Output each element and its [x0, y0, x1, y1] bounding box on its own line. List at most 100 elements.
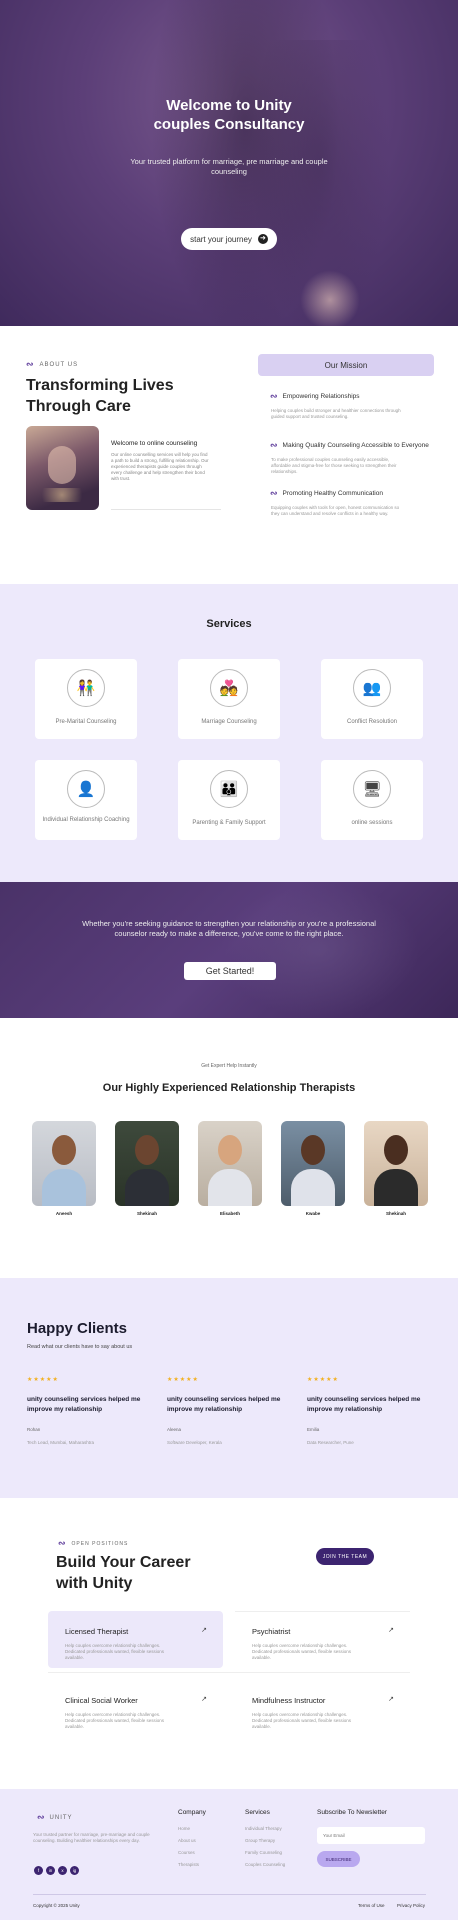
- therapist-photo[interactable]: [281, 1121, 345, 1206]
- footer-description: Your trusted partner for marriage, pre-m…: [33, 1832, 150, 1843]
- footer-link-home[interactable]: Home: [178, 1826, 206, 1831]
- therapist-body: [125, 1169, 169, 1206]
- footer-logo[interactable]: ∾ UNITY: [37, 1812, 73, 1823]
- job-description: Help couples overcome relationship chall…: [65, 1712, 165, 1729]
- mission-item-text: To make professional couples counseling …: [271, 457, 397, 474]
- review-title: unity counseling services helped me impr…: [167, 1396, 281, 1413]
- clients-title: Happy Clients: [27, 1320, 128, 1337]
- video-call-icon: 🖥: [353, 770, 391, 808]
- star-rating-icon: ★★★★★: [27, 1377, 59, 1383]
- footer-company-column: Company Home About us Courses Therapists: [178, 1809, 206, 1874]
- about-title-line2: Through Care: [26, 398, 131, 415]
- therapist-name: Shekinah: [385, 1211, 406, 1216]
- arrow-up-right-icon: ↗: [388, 1627, 394, 1634]
- subscribe-button[interactable]: SUBSCRIBE: [317, 1851, 360, 1867]
- job-description: Help couples overcome relationship chall…: [252, 1643, 352, 1660]
- terms-link[interactable]: Terms of Use: [358, 1903, 385, 1908]
- review-title: unity counseling services helped me impr…: [307, 1396, 421, 1413]
- service-card-parenting[interactable]: 👪 Parenting & Family Support: [178, 760, 280, 840]
- careers-title-line2: with Unity: [56, 1575, 133, 1592]
- reviewer-location: Tech Lead, Mumbai, Maharashtra: [27, 1440, 95, 1445]
- hero-title: Welcome to Unity couples Consultancy: [0, 96, 458, 134]
- footer-link-family-counseling[interactable]: Family Counseling: [245, 1850, 285, 1855]
- unity-logo-icon: ∾: [26, 359, 35, 369]
- about-holding-hands-image: [26, 426, 99, 510]
- hero-title-line1: Welcome to Unity: [166, 97, 292, 114]
- job-card-mindfulness-instructor[interactable]: Mindfulness Instructor ↗ Help couples ov…: [235, 1680, 410, 1737]
- footer-link-about[interactable]: About us: [178, 1838, 206, 1843]
- service-card-online[interactable]: 🖥 online sessions: [321, 760, 423, 840]
- job-description: Help couples overcome relationship chall…: [252, 1712, 352, 1729]
- reviewer-name: Rohan: [27, 1427, 41, 1432]
- divider: [111, 509, 221, 510]
- footer-column-title: Subscribe To Newsletter: [317, 1809, 387, 1816]
- cta-text: Whether you're seeking guidance to stren…: [82, 919, 376, 938]
- service-label: Marriage Counseling: [201, 719, 257, 725]
- facebook-icon[interactable]: f: [34, 1866, 43, 1875]
- therapist-photo[interactable]: [32, 1121, 96, 1206]
- copyright-text: Copyright © 2025 Unity: [33, 1903, 80, 1908]
- therapist-name: Elisabeth: [219, 1211, 240, 1216]
- therapist-photo[interactable]: [198, 1121, 262, 1206]
- reviewer-location: Software Developer, Kerala: [167, 1440, 222, 1445]
- get-started-button[interactable]: Get Started!: [184, 962, 276, 980]
- footer-link-group-therapy[interactable]: Group Therapy: [245, 1838, 285, 1843]
- therapist-photo[interactable]: [364, 1121, 428, 1206]
- review-title: unity counseling services helped me impr…: [27, 1396, 141, 1413]
- start-journey-label: start your journey: [190, 234, 252, 244]
- join-team-button[interactable]: JOIN THE TEAM: [316, 1548, 374, 1565]
- hero-title-line2: couples Consultancy: [153, 116, 305, 133]
- instagram-icon[interactable]: ig: [70, 1866, 79, 1875]
- footer-link-individual-therapy[interactable]: Individual Therapy: [245, 1826, 285, 1831]
- hands-shape: [48, 446, 76, 484]
- person-icon: 👤: [67, 770, 105, 808]
- cta-background-image: [220, 882, 420, 1018]
- divider: [235, 1611, 410, 1612]
- service-card-marriage[interactable]: 💑 Marriage Counseling: [178, 659, 280, 739]
- therapist-face: [301, 1135, 325, 1165]
- mission-item: ∾ Empowering Relationships Helping couple…: [270, 391, 440, 420]
- footer-services-column: Services Individual Therapy Group Therap…: [245, 1809, 285, 1874]
- job-card-psychiatrist[interactable]: Psychiatrist ↗ Help couples overcome rel…: [235, 1611, 410, 1668]
- linkedin-icon[interactable]: in: [46, 1866, 55, 1875]
- therapist-photo[interactable]: [115, 1121, 179, 1206]
- hero-section: Welcome to Unity couples Consultancy You…: [0, 0, 458, 326]
- therapist-body: [42, 1169, 86, 1206]
- mission-item-title: Making Quality Counseling Accessible to …: [282, 442, 429, 449]
- job-title: Psychiatrist: [252, 1627, 291, 1636]
- therapist-face: [384, 1135, 408, 1165]
- service-card-pre-marital[interactable]: 👫 Pre-Marital Counseling: [35, 659, 137, 739]
- job-card-licensed-therapist[interactable]: Licensed Therapist ↗ Help couples overco…: [48, 1611, 223, 1668]
- unity-logo-icon: ∾: [58, 1538, 67, 1548]
- therapists-title: Our Highly Experienced Relationship Ther…: [102, 1082, 356, 1094]
- divider: [33, 1894, 426, 1895]
- service-card-conflict[interactable]: 👥 Conflict Resolution: [321, 659, 423, 739]
- therapist-name: Aneesh: [55, 1211, 73, 1216]
- reviewer-name: Emilia: [307, 1427, 320, 1432]
- footer-link-courses[interactable]: Courses: [178, 1850, 206, 1855]
- footer-column-title: Company: [178, 1809, 206, 1816]
- service-card-coaching[interactable]: 👤 Individual Relationship Coaching: [35, 760, 137, 840]
- service-label: Parenting & Family Support: [192, 820, 266, 826]
- privacy-link[interactable]: Privacy Policy: [397, 1903, 425, 1908]
- job-description: Help couples overcome relationship chall…: [65, 1643, 165, 1660]
- footer-link-therapists[interactable]: Therapists: [178, 1862, 206, 1867]
- about-title-line1: Transforming Lives: [26, 377, 174, 394]
- star-rating-icon: ★★★★★: [307, 1377, 339, 1383]
- mission-item-title: Empowering Relationships: [282, 393, 360, 400]
- footer-column-title: Services: [245, 1809, 270, 1816]
- about-body: Our online counselling services will hel…: [111, 452, 209, 481]
- star-rating-icon: ★★★★★: [167, 1377, 199, 1383]
- service-label: online sessions: [351, 820, 393, 826]
- service-label: Pre-Marital Counseling: [55, 719, 117, 725]
- newsletter-email-input[interactable]: [317, 1827, 425, 1844]
- bokeh-lights: [34, 488, 90, 502]
- our-mission-button[interactable]: Our Mission: [258, 354, 434, 376]
- x-icon[interactable]: x: [58, 1866, 67, 1875]
- review-card: ★★★★★ unity counseling services helped m…: [307, 1376, 427, 1445]
- start-journey-button[interactable]: start your journey ➜: [181, 228, 277, 250]
- job-card-clinical-social-worker[interactable]: Clinical Social Worker ↗ Help couples ov…: [48, 1680, 223, 1737]
- unity-logo-icon: ∾: [37, 1812, 46, 1822]
- couple-rings-icon: 💑: [210, 669, 248, 707]
- footer-link-couples-counseling[interactable]: Couples Counseling: [245, 1862, 285, 1867]
